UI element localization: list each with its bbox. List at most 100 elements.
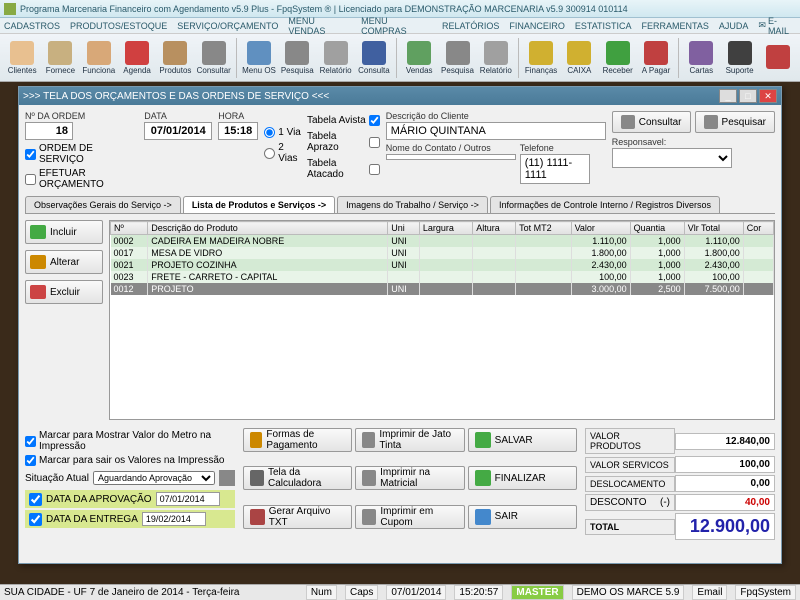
menu-compras[interactable]: MENU COMPRAS (361, 16, 432, 36)
calculadora-button[interactable]: Tela da Calculadora (243, 466, 352, 490)
data-entrega-input[interactable]: 19/02/2014 (142, 512, 206, 526)
file-icon (250, 509, 265, 525)
menu-servico[interactable]: SERVIÇO/ORÇAMENTO (177, 21, 278, 31)
cliente-input[interactable]: MÁRIO QUINTANA (386, 122, 606, 140)
product-grid[interactable]: NºDescrição do ProdutoUniLarguraAlturaTo… (109, 220, 775, 420)
salvar-button[interactable]: SALVAR (468, 428, 577, 452)
statusbar: SUA CIDADE - UF 7 de Janeiro de 2014 - T… (0, 584, 800, 600)
tabela-aprazo-check[interactable] (369, 137, 380, 148)
toolbar-clientes[interactable]: Clientes (4, 36, 40, 80)
toolbar-icon (446, 41, 470, 65)
consultar-button[interactable]: Consultar (612, 111, 691, 133)
via2-radio[interactable] (264, 148, 275, 159)
maximize-button[interactable]: □ (739, 89, 757, 103)
toolbar-relatório[interactable]: Relatório (317, 36, 353, 80)
imprimir-jato-button[interactable]: Imprimir de Jato Tinta (355, 428, 464, 452)
toolbar-cartas[interactable]: Cartas (683, 36, 719, 80)
toolbar-pesquisa[interactable]: Pesquisa (279, 36, 315, 80)
formas-pagamento-button[interactable]: Formas de Pagamento (243, 428, 352, 452)
check-icon (475, 470, 491, 486)
toolbar-consultar[interactable]: Consultar (196, 36, 232, 80)
table-row[interactable]: 0017MESA DE VIDROUNI1.800,001,0001.800,0… (111, 247, 774, 259)
tab-controle[interactable]: Informações de Controle Interno / Regist… (490, 196, 720, 213)
menu-relatorios[interactable]: RELATÓRIOS (442, 21, 499, 31)
demo-label: DEMO OS MARCE 5.9 (572, 585, 685, 600)
incluir-button[interactable]: Incluir (25, 220, 103, 244)
ordem-servico-check[interactable] (25, 149, 36, 160)
telefone-input[interactable]: (11) 1111-1111 (520, 154, 590, 184)
data-entrega-check[interactable] (29, 513, 42, 526)
table-row[interactable]: 0012PROJETOUNI3.000,002,5007.500,00 (111, 283, 774, 295)
toolbar-icon (87, 41, 111, 65)
alterar-button[interactable]: Alterar (25, 250, 103, 274)
tabela-atacado-check[interactable] (369, 164, 380, 175)
menu-financeiro[interactable]: FINANCEIRO (509, 21, 565, 31)
menu-ferramentas[interactable]: FERRAMENTAS (642, 21, 709, 31)
tab-produtos[interactable]: Lista de Produtos e Serviços -> (183, 196, 335, 213)
menu-cadastros[interactable]: CADASTROS (4, 21, 60, 31)
save-icon (475, 432, 491, 448)
minimize-button[interactable]: _ (719, 89, 737, 103)
toolbar-suporte[interactable]: Suporte (721, 36, 757, 80)
contato-input[interactable] (386, 154, 516, 160)
responsavel-select[interactable] (612, 148, 732, 168)
sair-button[interactable]: SAIR (468, 505, 577, 529)
total: 12.900,00 (675, 513, 775, 540)
data-aprov-check[interactable] (29, 493, 42, 506)
order-num-input[interactable]: 18 (25, 122, 73, 140)
toolbar-funciona[interactable]: Funciona (81, 36, 117, 80)
situacao-select[interactable]: Aguardando Aprovação (93, 471, 215, 485)
gerar-txt-button[interactable]: Gerar Arquivo TXT (243, 505, 352, 529)
date-label: DATA (144, 111, 212, 121)
table-row[interactable]: 0002CADEIRA EM MADEIRA NOBREUNI1.110,001… (111, 235, 774, 248)
menu-estatistica[interactable]: ESTATISTICA (575, 21, 632, 31)
menu-vendas[interactable]: MENU VENDAS (288, 16, 351, 36)
toolbar-agenda[interactable]: Agenda (119, 36, 155, 80)
gear-icon[interactable] (219, 470, 235, 486)
close-button[interactable]: ✕ (759, 89, 777, 103)
toolbar-icon (484, 41, 508, 65)
data-aprov-input[interactable]: 07/01/2014 (156, 492, 220, 506)
status-time: 15:20:57 (454, 585, 503, 600)
menu-ajuda[interactable]: AJUDA (719, 21, 749, 31)
toolbar-a pagar[interactable]: A Pagar (638, 36, 674, 80)
tabela-avista-check[interactable] (369, 115, 380, 126)
table-row[interactable]: 0023FRETE - CARRETO - CAPITAL100,001,000… (111, 271, 774, 283)
toolbar-produtos[interactable]: Produtos (157, 36, 193, 80)
efetuar-orcamento-check[interactable] (25, 174, 36, 185)
time-input[interactable]: 15:18 (218, 122, 258, 140)
finalizar-button[interactable]: FINALIZAR (468, 466, 577, 490)
imprimir-matricial-button[interactable]: Imprimir na Matricial (355, 466, 464, 490)
imprimir-cupom-button[interactable]: Imprimir em Cupom (355, 505, 464, 529)
toolbar-exit[interactable] (760, 36, 796, 80)
app-title: Programa Marcenaria Financeiro com Agend… (20, 4, 628, 14)
menu-produtos[interactable]: PRODUTOS/ESTOQUE (70, 21, 167, 31)
toolbar-caixa[interactable]: CAIXA (561, 36, 597, 80)
tab-imagens[interactable]: Imagens do Trabalho / Serviço -> (337, 196, 488, 213)
email-status[interactable]: Email (692, 585, 727, 600)
toolbar-vendas[interactable]: Vendas (401, 36, 437, 80)
toolbar-fornece[interactable]: Fornece (42, 36, 78, 80)
sair-valores-check[interactable] (25, 455, 36, 466)
toolbar-menu os[interactable]: Menu OS (241, 36, 277, 80)
toolbar-icon (10, 41, 34, 65)
toolbar-consulta[interactable]: Consulta (356, 36, 392, 80)
table-row[interactable]: 0021PROJETO COZINHAUNI2.430,001,0002.430… (111, 259, 774, 271)
excluir-button[interactable]: Excluir (25, 280, 103, 304)
date-input[interactable]: 07/01/2014 (144, 122, 212, 140)
toolbar-icon (606, 41, 630, 65)
toolbar-finanças[interactable]: Finanças (523, 36, 559, 80)
toolbar-relatório[interactable]: Relatório (478, 36, 514, 80)
menubar: CADASTROS PRODUTOS/ESTOQUE SERVIÇO/ORÇAM… (0, 18, 800, 34)
printer-icon (362, 432, 375, 448)
mostrar-metro-check[interactable] (25, 436, 36, 447)
valor-servicos: 100,00 (675, 456, 775, 473)
toolbar-pesquisa[interactable]: Pesquisa (439, 36, 475, 80)
via1-radio[interactable] (264, 127, 275, 138)
menu-email[interactable]: ✉ E-MAIL (758, 16, 796, 36)
tab-observacoes[interactable]: Observações Gerais do Serviço -> (25, 196, 181, 213)
app-icon (4, 3, 16, 15)
toolbar-receber[interactable]: Receber (600, 36, 636, 80)
pesquisar-button[interactable]: Pesquisar (695, 111, 775, 133)
fpq-label[interactable]: FpqSystem (735, 585, 796, 600)
